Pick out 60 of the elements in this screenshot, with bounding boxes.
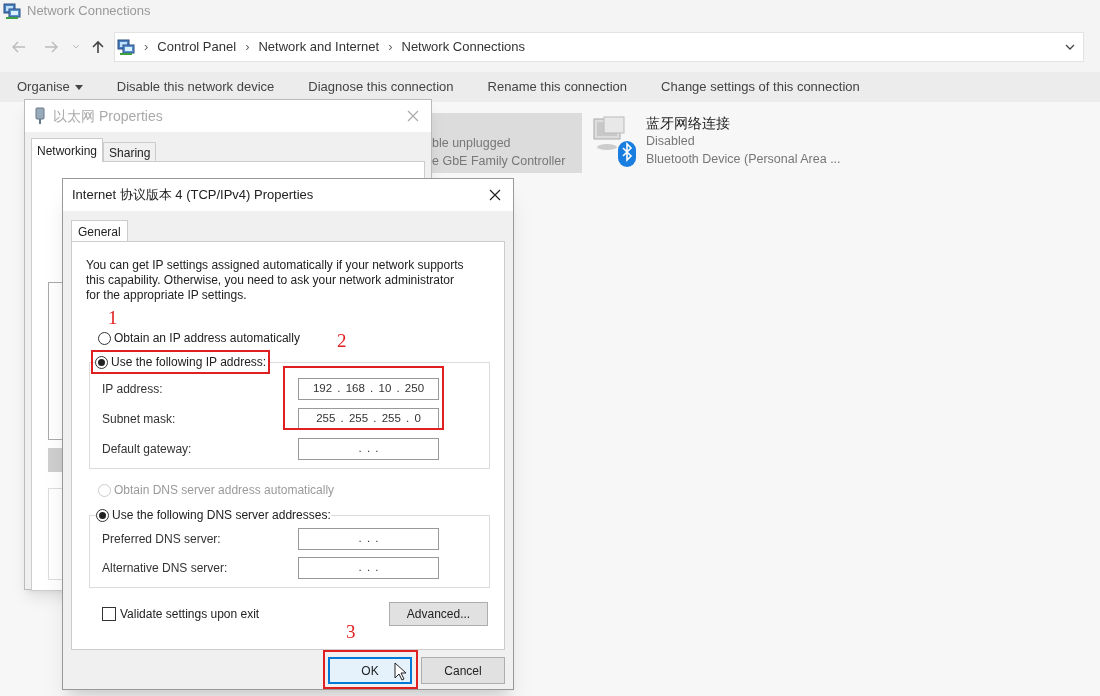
checkbox[interactable]: [102, 607, 116, 621]
description-text: You can get IP settings assigned automatically if your network supports this capability. Otherwise, you need to ask your network administrator for the appropriate IP settings.: [86, 258, 464, 303]
tab[interactable]: General: [71, 220, 128, 242]
breadcrumb-item[interactable]: Control Panel: [157, 37, 237, 57]
radio-option[interactable]: Use the following DNS server addresses:: [96, 506, 331, 524]
up-arrow-icon: [92, 40, 104, 54]
ip-input-field[interactable]: . . .: [298, 528, 439, 550]
field-label: Alternative DNS server:: [102, 560, 228, 577]
breadcrumb-separator: ›: [388, 38, 393, 57]
chevron-down-icon: [72, 44, 80, 50]
back-arrow-icon: [12, 41, 26, 53]
connection-detail: Bluetooth Device (Personal Area ...: [646, 151, 841, 168]
mouse-pointer-icon: [394, 662, 408, 682]
checkbox-option[interactable]: Validate settings upon exit: [102, 605, 260, 623]
chevron-down-icon: [1065, 44, 1075, 50]
ip-input-field[interactable]: . . .: [298, 557, 439, 579]
breadcrumb-item[interactable]: Network and Internet: [258, 37, 380, 57]
address-bar[interactable]: › Control Panel › Network and Internet › Network Connections: [114, 32, 1084, 62]
radio-option[interactable]: Use the following IP address:: [95, 353, 267, 371]
breadcrumb-item[interactable]: Network Connections: [401, 37, 526, 57]
dialog-button[interactable]: Cancel: [421, 657, 505, 684]
radio-option[interactable]: Obtain an IP address automatically: [98, 329, 300, 347]
close-icon: [407, 110, 419, 122]
connection-name: 蓝牙网络连接: [646, 114, 731, 132]
network-adapter-icon: [35, 107, 45, 125]
tab[interactable]: Networking: [31, 138, 104, 162]
field-label: IP address:: [102, 381, 163, 398]
connection-item[interactable]: 蓝牙网络连接 Disabled Bluetooth Device (Personal Area ...: [590, 113, 890, 173]
toolbar-button[interactable]: Rename this connection: [487, 77, 628, 97]
close-icon: [489, 189, 501, 201]
toolbar-button[interactable]: Disable this network device: [116, 77, 275, 97]
ip-input-field[interactable]: 255 . 255 . 255 . 0: [298, 408, 439, 430]
field-label: Preferred DNS server:: [102, 531, 221, 548]
window-title: Network Connections: [27, 2, 151, 21]
dialog-title: Internet 协议版本 4 (TCP/IPv4) Properties: [72, 186, 314, 205]
ip-input-field[interactable]: 192 . 168 . 10 . 250: [298, 378, 439, 400]
step-number: 2: [337, 331, 347, 351]
connection-detail: e GbE Family Controller: [432, 153, 566, 170]
network-icon: [117, 38, 135, 56]
radio-button[interactable]: [98, 331, 111, 345]
radio-button[interactable]: [95, 355, 108, 369]
toolbar-button[interactable]: Organise: [17, 77, 83, 97]
field-label: Default gateway:: [102, 441, 192, 458]
step-number: 1: [108, 308, 118, 328]
breadcrumb-separator: ›: [144, 38, 149, 57]
field-label: Subnet mask:: [102, 411, 176, 428]
connection-detail: Disabled: [646, 133, 696, 150]
forward-arrow-icon: [44, 41, 58, 53]
advanced-button[interactable]: Advanced...: [389, 602, 488, 626]
connection-detail: ble unplugged: [432, 135, 512, 152]
radio-button[interactable]: [96, 508, 109, 522]
ip-input-field[interactable]: . . .: [298, 438, 439, 460]
toolbar-button[interactable]: Change settings of this connection: [661, 77, 860, 97]
network-icon: [3, 2, 21, 20]
tab[interactable]: Sharing: [103, 142, 157, 162]
toolbar-button[interactable]: Diagnose this connection: [308, 77, 454, 97]
step-number: 3: [346, 622, 356, 642]
breadcrumb-separator: ›: [245, 38, 250, 57]
dialog-title: 以太网 Properties: [53, 106, 163, 126]
dialog-button[interactable]: OK: [328, 657, 412, 684]
